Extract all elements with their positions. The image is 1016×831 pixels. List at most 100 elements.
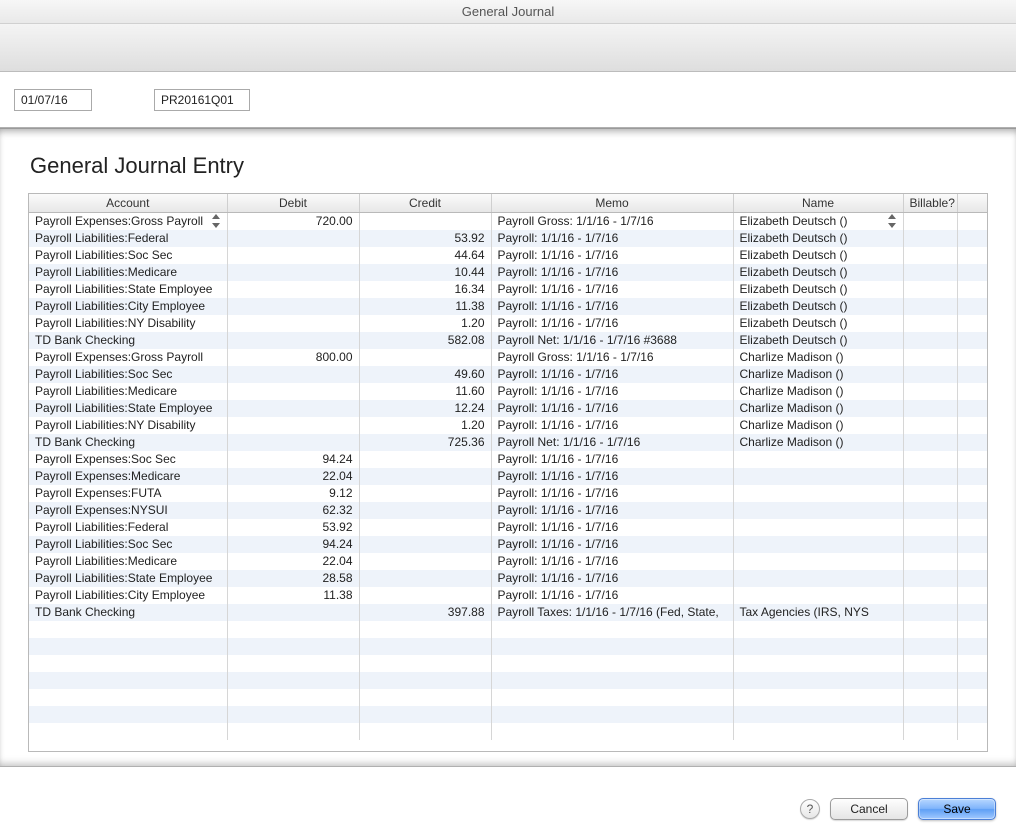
cell-name[interactable]: Elizabeth Deutsch () — [733, 264, 903, 281]
cell-empty[interactable] — [491, 638, 733, 655]
cell-credit[interactable]: 397.88 — [359, 604, 491, 621]
stepper-icon[interactable] — [888, 214, 897, 228]
cell-empty[interactable] — [227, 706, 359, 723]
cell-credit[interactable] — [359, 570, 491, 587]
cell-empty[interactable] — [227, 672, 359, 689]
cell-billable[interactable] — [903, 587, 957, 604]
cell-empty[interactable] — [29, 723, 227, 740]
cell-memo[interactable]: Payroll Net: 1/1/16 - 1/7/16 — [491, 434, 733, 451]
cell-empty[interactable] — [733, 723, 903, 740]
cell-memo[interactable]: Payroll: 1/1/16 - 1/7/16 — [491, 451, 733, 468]
cell-billable[interactable] — [903, 298, 957, 315]
cell-credit[interactable]: 1.20 — [359, 417, 491, 434]
cell-billable[interactable] — [903, 485, 957, 502]
cell-empty[interactable] — [359, 638, 491, 655]
cell-memo[interactable]: Payroll Gross: 1/1/16 - 1/7/16 — [491, 349, 733, 366]
cell-credit[interactable]: 1.20 — [359, 315, 491, 332]
cell-debit[interactable] — [227, 604, 359, 621]
cell-memo[interactable]: Payroll Gross: 1/1/16 - 1/7/16 — [491, 213, 733, 230]
cell-empty[interactable] — [733, 621, 903, 638]
cell-billable[interactable] — [903, 400, 957, 417]
cell-debit[interactable]: 53.92 — [227, 519, 359, 536]
cell-memo[interactable]: Payroll: 1/1/16 - 1/7/16 — [491, 519, 733, 536]
cell-credit[interactable]: 16.34 — [359, 281, 491, 298]
cell-debit[interactable]: 11.38 — [227, 587, 359, 604]
cell-billable[interactable] — [903, 349, 957, 366]
col-header-debit[interactable]: Debit — [227, 194, 359, 213]
cell-name[interactable]: Elizabeth Deutsch () — [733, 213, 903, 230]
cell-credit[interactable] — [359, 553, 491, 570]
cell-billable[interactable] — [903, 281, 957, 298]
cell-empty[interactable] — [903, 638, 957, 655]
cell-name[interactable] — [733, 468, 903, 485]
cell-memo[interactable]: Payroll: 1/1/16 - 1/7/16 — [491, 587, 733, 604]
cell-credit[interactable]: 12.24 — [359, 400, 491, 417]
cell-name[interactable] — [733, 519, 903, 536]
cell-account[interactable]: Payroll Liabilities:Medicare — [29, 553, 227, 570]
cell-billable[interactable] — [903, 332, 957, 349]
cell-name[interactable]: Elizabeth Deutsch () — [733, 298, 903, 315]
cell-billable[interactable] — [903, 604, 957, 621]
cell-empty[interactable] — [733, 689, 903, 706]
cell-credit[interactable] — [359, 519, 491, 536]
cell-account[interactable]: Payroll Expenses:Gross Payroll — [29, 213, 227, 230]
stepper-icon[interactable] — [212, 214, 221, 228]
table-row[interactable]: Payroll Expenses:Soc Sec94.24Payroll: 1/… — [29, 451, 987, 468]
cell-empty[interactable] — [29, 655, 227, 672]
cell-empty[interactable] — [491, 689, 733, 706]
cell-account[interactable]: Payroll Liabilities:NY Disability — [29, 315, 227, 332]
cell-credit[interactable] — [359, 349, 491, 366]
cell-name[interactable] — [733, 451, 903, 468]
cell-credit[interactable]: 582.08 — [359, 332, 491, 349]
cell-memo[interactable]: Payroll Taxes: 1/1/16 - 1/7/16 (Fed, Sta… — [491, 604, 733, 621]
cell-empty[interactable] — [227, 655, 359, 672]
cell-credit[interactable] — [359, 468, 491, 485]
cell-memo[interactable]: Payroll: 1/1/16 - 1/7/16 — [491, 264, 733, 281]
cell-empty[interactable] — [903, 723, 957, 740]
cell-memo[interactable]: Payroll: 1/1/16 - 1/7/16 — [491, 298, 733, 315]
cell-account[interactable]: Payroll Liabilities:City Employee — [29, 298, 227, 315]
help-button[interactable]: ? — [800, 799, 820, 819]
cell-credit[interactable]: 11.60 — [359, 383, 491, 400]
cell-empty[interactable] — [359, 689, 491, 706]
cell-memo[interactable]: Payroll: 1/1/16 - 1/7/16 — [491, 315, 733, 332]
col-header-memo[interactable]: Memo — [491, 194, 733, 213]
cell-account[interactable]: Payroll Liabilities:Soc Sec — [29, 536, 227, 553]
cell-empty[interactable] — [903, 672, 957, 689]
cell-account[interactable]: Payroll Liabilities:State Employee — [29, 281, 227, 298]
cell-empty[interactable] — [491, 723, 733, 740]
table-row[interactable]: TD Bank Checking725.36Payroll Net: 1/1/1… — [29, 434, 987, 451]
cell-debit[interactable]: 22.04 — [227, 553, 359, 570]
cell-name[interactable]: Elizabeth Deutsch () — [733, 247, 903, 264]
cell-debit[interactable] — [227, 264, 359, 281]
table-row[interactable]: Payroll Liabilities:Soc Sec94.24Payroll:… — [29, 536, 987, 553]
cell-account[interactable]: TD Bank Checking — [29, 434, 227, 451]
cell-account[interactable]: Payroll Expenses:Gross Payroll — [29, 349, 227, 366]
cell-billable[interactable] — [903, 536, 957, 553]
cell-memo[interactable]: Payroll: 1/1/16 - 1/7/16 — [491, 281, 733, 298]
cell-credit[interactable]: 53.92 — [359, 230, 491, 247]
cell-account[interactable]: Payroll Liabilities:Federal — [29, 519, 227, 536]
cell-debit[interactable] — [227, 417, 359, 434]
table-row[interactable]: Payroll Liabilities:State Employee12.24P… — [29, 400, 987, 417]
table-row[interactable]: Payroll Expenses:FUTA9.12Payroll: 1/1/16… — [29, 485, 987, 502]
cell-memo[interactable]: Payroll Net: 1/1/16 - 1/7/16 #3688 — [491, 332, 733, 349]
cell-empty[interactable] — [491, 655, 733, 672]
cell-debit[interactable]: 28.58 — [227, 570, 359, 587]
table-row[interactable]: Payroll Liabilities:Medicare11.60Payroll… — [29, 383, 987, 400]
cell-memo[interactable]: Payroll: 1/1/16 - 1/7/16 — [491, 400, 733, 417]
cell-memo[interactable]: Payroll: 1/1/16 - 1/7/16 — [491, 536, 733, 553]
cell-account[interactable]: TD Bank Checking — [29, 604, 227, 621]
cell-name[interactable] — [733, 485, 903, 502]
cell-empty[interactable] — [733, 655, 903, 672]
table-row[interactable]: Payroll Liabilities:Soc Sec49.60Payroll:… — [29, 366, 987, 383]
cell-name[interactable]: Charlize Madison () — [733, 434, 903, 451]
cell-debit[interactable] — [227, 298, 359, 315]
cell-name[interactable] — [733, 502, 903, 519]
table-row-empty[interactable] — [29, 621, 987, 638]
cell-memo[interactable]: Payroll: 1/1/16 - 1/7/16 — [491, 485, 733, 502]
cell-account[interactable]: Payroll Expenses:NYSUI — [29, 502, 227, 519]
cell-memo[interactable]: Payroll: 1/1/16 - 1/7/16 — [491, 553, 733, 570]
table-row[interactable]: Payroll Expenses:Gross Payroll800.00Payr… — [29, 349, 987, 366]
cell-debit[interactable] — [227, 315, 359, 332]
